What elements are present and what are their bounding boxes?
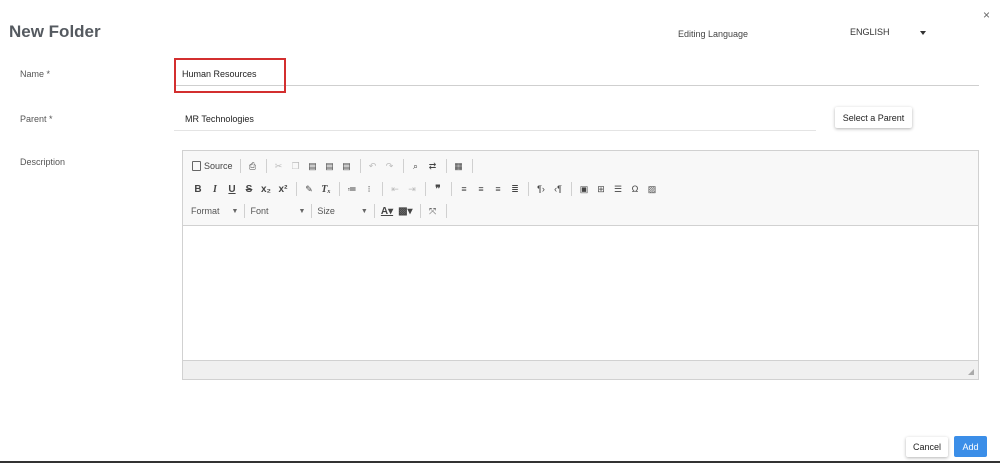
source-button[interactable]: Source [191,158,234,174]
format-combo-label: Format [191,206,220,216]
editor-status-bar [183,361,978,379]
toolbar-separator [451,182,452,196]
table-icon[interactable]: ⊞ [594,181,608,197]
editor-toolbar: Source ⎙ ✂ ❐ ▤ ▤ ▤ ↶ ↷ ⌕ ⇄ ▦ B I U S x₂ [183,151,978,225]
flash-icon[interactable]: ▣ [577,181,591,197]
align-center-icon[interactable]: ≡ [474,181,488,197]
parent-label: Parent * [20,114,53,124]
superscript-icon[interactable]: x² [276,181,290,197]
toolbar-separator [382,182,383,196]
image-icon[interactable]: ▨ [645,181,659,197]
special-char-icon[interactable]: Ω [628,181,642,197]
background-color-icon[interactable]: ▩▾ [397,203,413,219]
font-combo-label: Font [250,206,269,216]
text-color-icon[interactable]: A▾ [380,203,394,219]
subscript-icon[interactable]: x₂ [259,181,273,197]
editing-language-label: Editing Language [678,29,749,39]
underline-icon[interactable]: U [225,181,239,197]
outdent-icon[interactable]: ⇤ [388,181,402,197]
toolbar-separator [402,159,404,173]
paste-icon[interactable]: ▤ [306,158,320,174]
toolbar-separator [571,182,572,196]
name-field-underline [174,85,979,86]
remove-format-icon[interactable]: ✎ [302,181,316,197]
toolbar-separator [296,182,297,196]
chevron-down-icon [920,31,926,35]
name-field-highlight [174,58,286,93]
close-icon[interactable]: × [983,8,990,22]
templates-icon[interactable]: ▦ [452,158,466,174]
language-select[interactable]: ENGLISH [850,24,930,42]
print-icon[interactable]: ⎙ [246,158,260,174]
source-label: Source [204,161,233,171]
bold-icon[interactable]: B [191,181,205,197]
bulleted-list-icon[interactable]: ⁝ [362,181,376,197]
add-button[interactable]: Add [954,436,987,457]
rich-text-editor: Source ⎙ ✂ ❐ ▤ ▤ ▤ ↶ ↷ ⌕ ⇄ ▦ B I U S x₂ [182,150,979,380]
size-combo[interactable]: Size ▼ [317,203,367,219]
toolbar-separator [339,182,340,196]
parent-field-underline [174,130,816,131]
undo-icon[interactable]: ↶ [366,158,380,174]
find-icon[interactable]: ⌕ [409,158,423,174]
paste-word-icon[interactable]: ▤ [340,158,354,174]
toolbar-row-2: B I U S x₂ x² ✎ Tₓ ≔ ⁝ ⇤ ⇥ ❞ ≡ ≡ ≡ ≣ ¶› … [191,181,662,197]
toolbar-separator [265,159,267,173]
indent-icon[interactable]: ⇥ [405,181,419,197]
align-right-icon[interactable]: ≡ [491,181,505,197]
toolbar-separator [471,159,473,173]
toolbar-separator [425,182,426,196]
toolbar-separator [239,159,241,173]
cancel-button[interactable]: Cancel [906,437,948,457]
redo-icon[interactable]: ↷ [383,158,397,174]
toolbar-separator [528,182,529,196]
chevron-down-icon: ▼ [360,207,368,215]
paste-text-icon[interactable]: ▤ [323,158,337,174]
chevron-down-icon: ▼ [231,207,239,215]
align-left-icon[interactable]: ≡ [457,181,471,197]
resize-grip-icon[interactable] [968,369,974,375]
language-select-value: ENGLISH [850,27,890,37]
toolbar-row-1: Source ⎙ ✂ ❐ ▤ ▤ ▤ ↶ ↷ ⌕ ⇄ ▦ [191,158,478,174]
rtl-icon[interactable]: ‹¶ [551,181,565,197]
toolbar-separator [445,159,447,173]
blockquote-icon[interactable]: ❞ [431,181,445,197]
toolbar-separator [419,204,421,218]
copy-icon[interactable]: ❐ [289,158,303,174]
toolbar-separator [311,204,313,218]
toolbar-separator [359,159,361,173]
size-combo-label: Size [317,206,335,216]
format-combo[interactable]: Format ▼ [191,203,238,219]
clear-format-icon[interactable]: Tₓ [319,181,333,197]
source-icon [192,161,201,171]
toolbar-separator [445,204,447,218]
strikethrough-icon[interactable]: S [242,181,256,197]
name-label: Name * [20,69,51,79]
justify-icon[interactable]: ≣ [508,181,522,197]
italic-icon[interactable]: I [208,181,222,197]
toolbar-row-3: Format ▼ Font ▼ Size ▼ A▾ ▩▾ ⤧ [191,203,452,219]
ltr-icon[interactable]: ¶› [534,181,548,197]
toolbar-separator [373,204,375,218]
replace-icon[interactable]: ⇄ [426,158,440,174]
editor-content-area[interactable] [183,225,978,361]
maximize-icon[interactable]: ⤧ [426,203,440,219]
dialog-title: New Folder [9,22,101,41]
parent-field[interactable]: MR Technologies [185,114,254,124]
cut-icon[interactable]: ✂ [272,158,286,174]
toolbar-separator [244,204,246,218]
numbered-list-icon[interactable]: ≔ [345,181,359,197]
description-label: Description [20,157,66,167]
select-parent-button[interactable]: Select a Parent [835,107,912,128]
font-combo[interactable]: Font ▼ [250,203,305,219]
horizontal-line-icon[interactable]: ☰ [611,181,625,197]
chevron-down-icon: ▼ [298,207,306,215]
